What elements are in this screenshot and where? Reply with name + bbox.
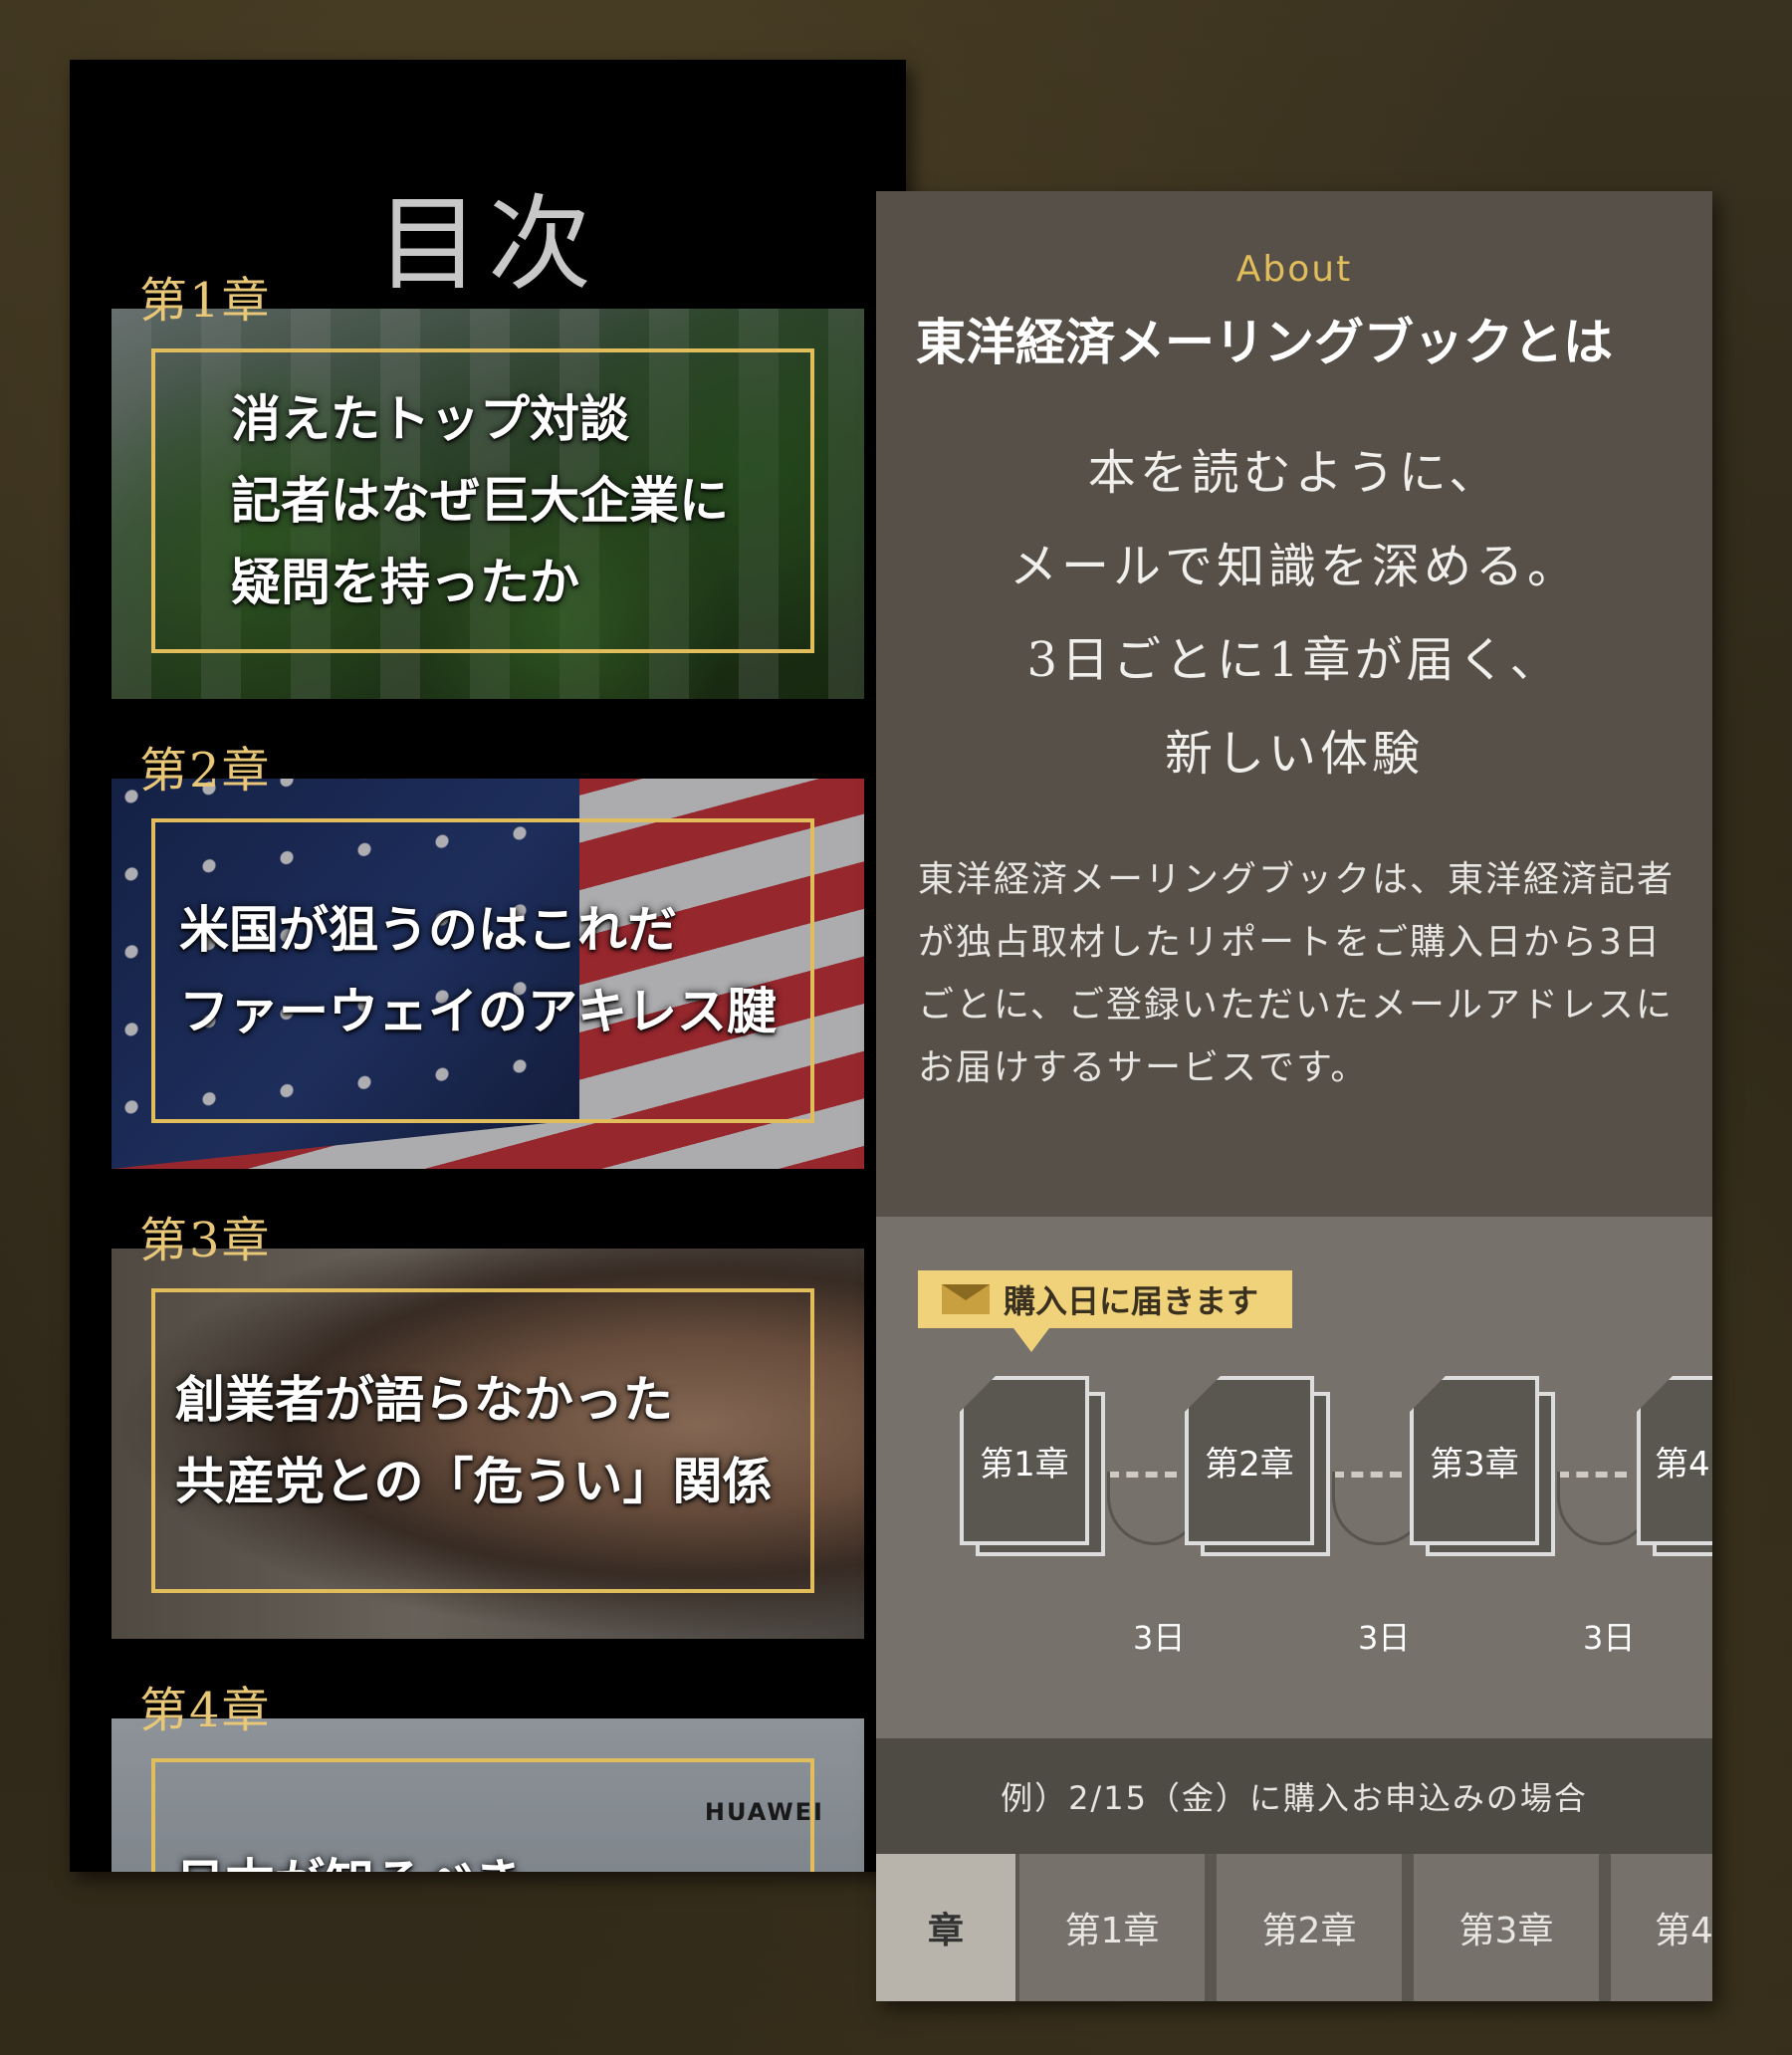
chapter-3-frame: 創業者が語らなかった 共産党との「危うい」関係 <box>151 1288 814 1593</box>
doc-label: 第4 <box>1655 1444 1710 1484</box>
about-description: 東洋経済メーリングブックは、東洋経済記者が独占取材したリポートをご購入日から3日… <box>918 859 1676 1088</box>
chapter-1-title-line: 消えたトップ対談 <box>231 389 629 448</box>
schedule-header-cell: 第4 <box>1611 1854 1712 2001</box>
chapter-card-2[interactable]: 第2章 米国が狙うのはこれだ ファーウェイのアキレス腱 <box>112 743 864 1169</box>
tagline-line: 本を読むように、 <box>1087 445 1501 501</box>
chapter-3-label: 第3章 <box>139 1213 272 1268</box>
tagline-line: 新しい体験 <box>1164 726 1424 782</box>
tagline-line: メールで知識を深める。 <box>1008 539 1579 594</box>
doc-label: 第1章 <box>980 1444 1069 1484</box>
example-caption: 例）2/15（金）に購入お申込みの場合 <box>876 1738 1712 1854</box>
chapter-2-frame: 米国が狙うのはこれだ ファーウェイのアキレス腱 <box>151 818 814 1123</box>
about-heading: 東洋経済メーリングブックとは <box>916 314 1613 371</box>
chapter-2-title-line: ファーウェイのアキレス腱 <box>179 982 777 1040</box>
delivery-timeline: 購入日に届きます 第1章 3日 第2章 3日 第3章 3日 第4 <box>876 1217 1712 1738</box>
schedule-header-cell: 第1章 <box>1019 1854 1205 2001</box>
example-text: 例）2/15（金）に購入お申込みの場合 <box>1001 1779 1588 1817</box>
chapter-doc-2: 第2章 <box>1185 1376 1332 1556</box>
chapter-doc-4: 第4 <box>1637 1376 1712 1556</box>
doc-label: 第3章 <box>1430 1444 1519 1484</box>
schedule-header-cell: 第2章 <box>1217 1854 1402 2001</box>
chapter-2-title-line: 米国が狙うのはこれだ <box>179 900 677 959</box>
mail-icon <box>942 1284 990 1314</box>
chapter-card-1[interactable]: 第1章 消えたトップ対談 記者はなぜ巨大企業に 疑問を持ったか <box>112 273 864 699</box>
doc-label: 第2章 <box>1205 1444 1294 1484</box>
about-eyebrow: About <box>1235 249 1353 290</box>
chapter-1-frame: 消えたトップ対談 記者はなぜ巨大企業に 疑問を持ったか <box>151 348 814 653</box>
chapter-4-frame: 日本が知るべき <box>151 1758 814 1872</box>
chapter-doc-1: 第1章 <box>960 1376 1107 1556</box>
chapter-2-label: 第2章 <box>139 743 272 799</box>
chapter-3-title-line: 創業者が語らなかった <box>175 1370 673 1429</box>
schedule-header-cell: 章 <box>876 1854 1015 2001</box>
chapter-1-title-line: 疑問を持ったか <box>231 553 579 611</box>
chapter-3-title-line: 共産党との「危うい」関係 <box>175 1452 773 1510</box>
chapter-card-3[interactable]: 第3章 創業者が語らなかった 共産党との「危うい」関係 <box>112 1213 864 1639</box>
about-panel: About 東洋経済メーリングブックとは 本を読むように、 メールで知識を深める… <box>876 191 1712 2001</box>
delivery-badge: 購入日に届きます <box>918 1270 1292 1352</box>
toc-panel: 目次 第1章 消えたトップ対談 記者はなぜ巨大企業に 疑問を持ったか 第2章 米… <box>70 60 906 1872</box>
chapter-card-4[interactable]: HUAWEI 第4章 日本が知るべき <box>112 1683 864 1872</box>
badge-label: 購入日に届きます <box>1004 1282 1259 1320</box>
chapter-doc-3: 第3章 <box>1410 1376 1557 1556</box>
interval-label: 3日 <box>1358 1619 1411 1657</box>
interval-label: 3日 <box>1133 1619 1186 1657</box>
tagline-line: 3日ごとに1章が届く、 <box>1026 632 1562 688</box>
chapter-4-label: 第4章 <box>139 1683 272 1738</box>
interval-label: 3日 <box>1583 1619 1636 1657</box>
schedule-table-header: 章 第1章 第2章 第3章 第4 <box>876 1854 1712 2001</box>
tagline: 本を読むように、 メールで知識を深める。 3日ごとに1章が届く、 新しい体験 <box>876 426 1712 800</box>
chapter-4-title-line: 日本が知るべき <box>175 1842 810 1872</box>
chapter-1-title-line: 記者はなぜ巨大企業に <box>231 471 729 530</box>
schedule-header-cell: 第3章 <box>1414 1854 1599 2001</box>
chapter-1-label: 第1章 <box>139 273 272 329</box>
